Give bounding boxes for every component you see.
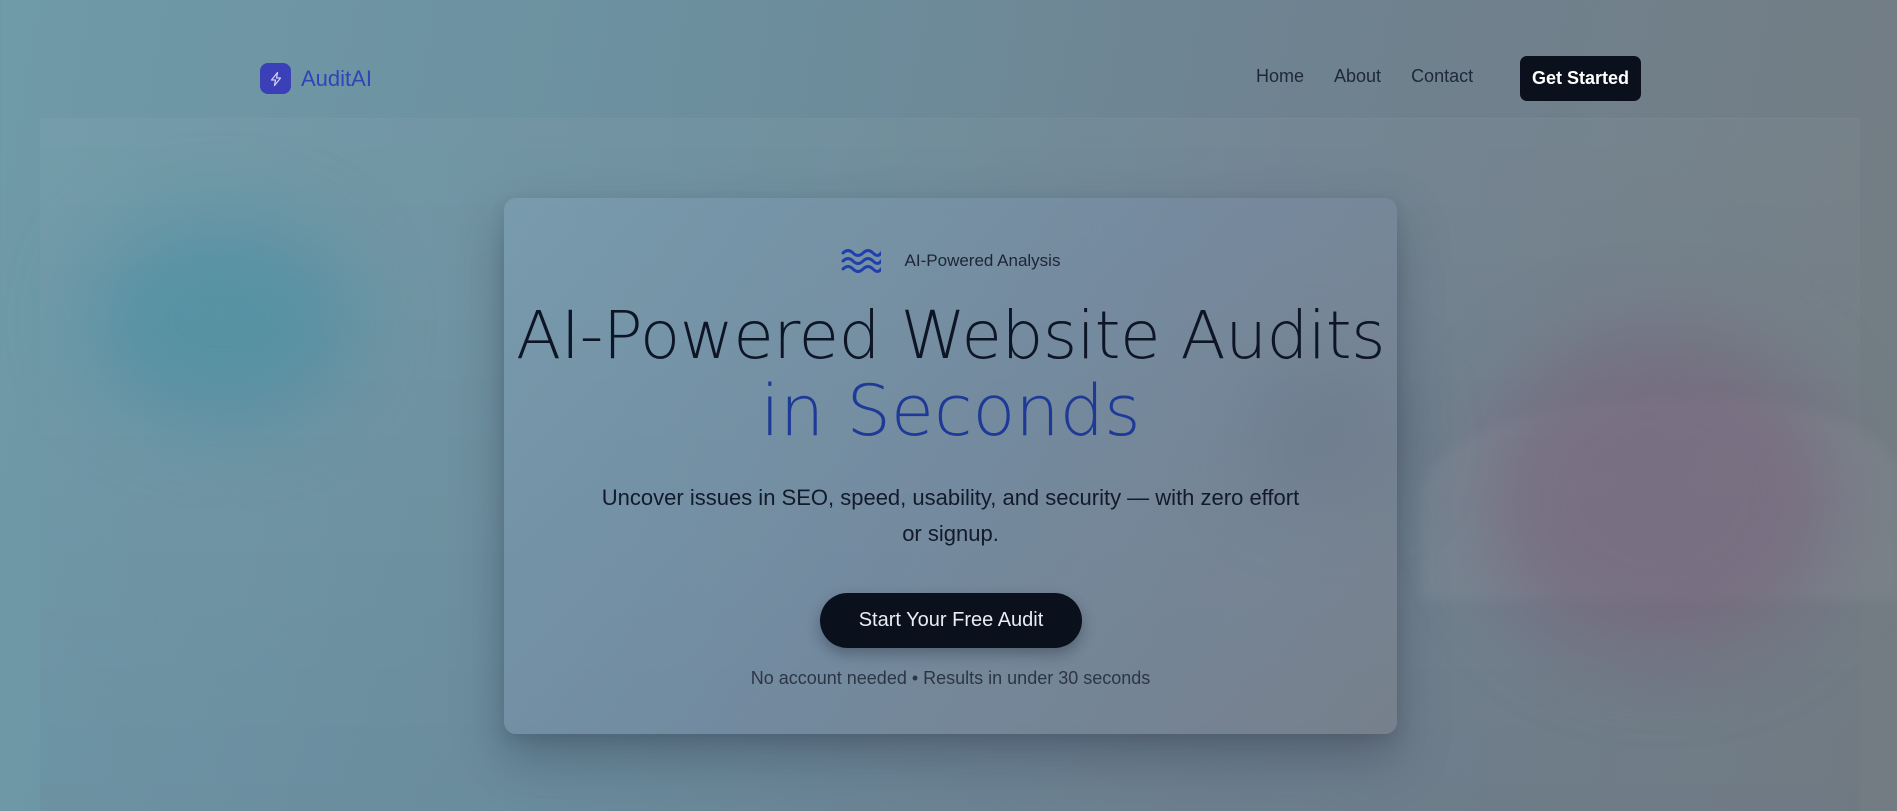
brand-name: AuditAI xyxy=(301,65,372,91)
hero-card: AI-Powered Analysis AI-Powered Website A… xyxy=(504,198,1397,734)
badge-text: AI-Powered Analysis xyxy=(904,251,1061,270)
waves-icon xyxy=(841,249,881,273)
nav-link-contact[interactable]: Contact xyxy=(1411,66,1473,87)
hero-headline: AI-Powered Website Audits in Seconds xyxy=(504,297,1397,452)
lightning-icon xyxy=(260,63,291,94)
hero-subtitle: Uncover issues in SEO, speed, usability,… xyxy=(601,485,1300,546)
headline-line-2: in Seconds xyxy=(760,370,1141,452)
nav-link-home[interactable]: Home xyxy=(1256,66,1304,87)
hero-note: No account needed • Results in under 30 … xyxy=(750,668,1151,688)
hero-badge: AI-Powered Analysis xyxy=(504,246,1397,276)
get-started-button[interactable]: Get Started xyxy=(1520,56,1641,101)
brand-link[interactable]: AuditAI xyxy=(260,63,372,94)
background-wave xyxy=(1420,399,1897,599)
site-header: AuditAI Home About Contact Get Started xyxy=(0,0,1897,118)
nav-link-about[interactable]: About xyxy=(1334,66,1381,87)
start-free-audit-button[interactable]: Start Your Free Audit xyxy=(820,593,1082,648)
headline-line-1: AI-Powered Website Audits xyxy=(515,297,1386,374)
main-nav: Home About Contact xyxy=(1256,66,1503,87)
